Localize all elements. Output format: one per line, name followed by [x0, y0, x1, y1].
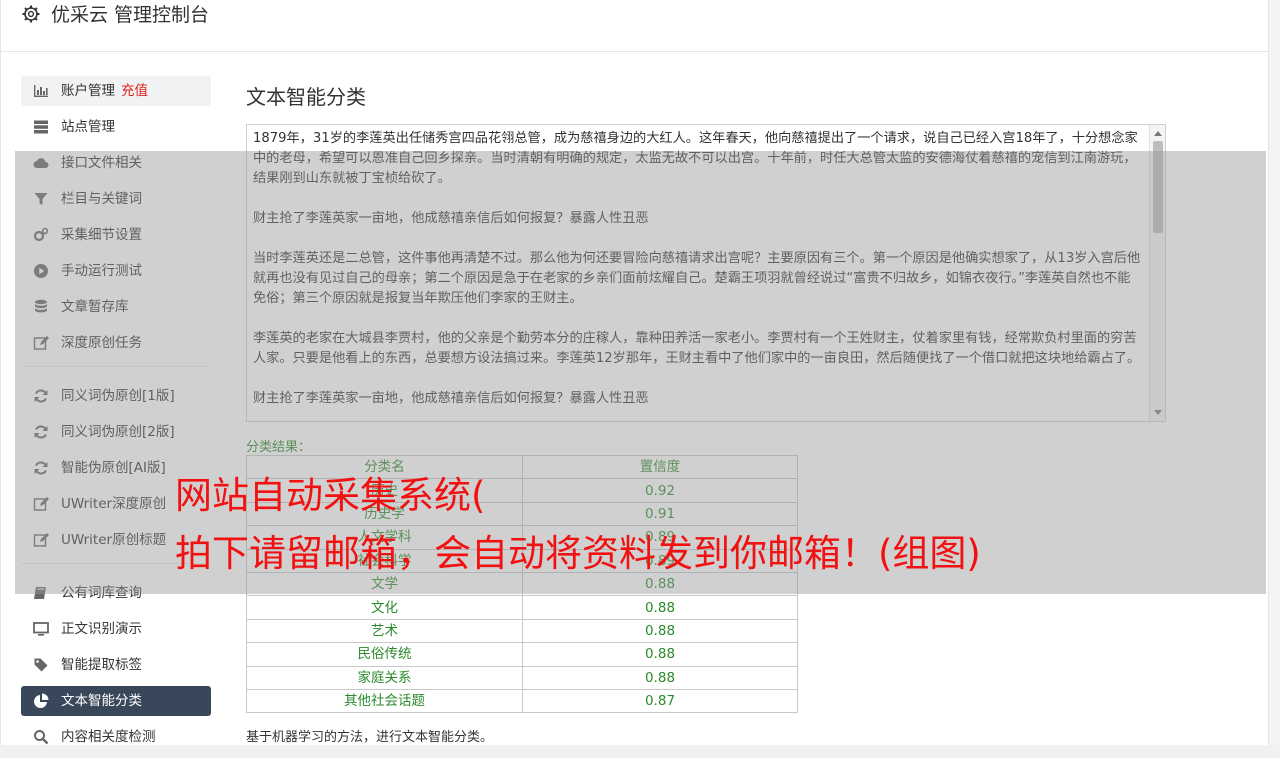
gear-icon — [22, 5, 40, 23]
scroll-up-icon[interactable] — [1154, 131, 1162, 136]
category-cell: 民俗传统 — [246, 642, 523, 667]
table-row: 民俗传统 0.88 — [246, 642, 798, 667]
confidence-cell: 0.88 — [522, 618, 798, 644]
watermark-overlay — [15, 151, 1266, 594]
top-bar: 优采云 管理控制台 — [1, 0, 1269, 52]
table-row: 其他社会话题 0.87 — [246, 688, 798, 714]
table-row: 文化 0.88 — [246, 595, 798, 620]
category-cell: 艺术 — [246, 618, 523, 644]
sidebar-item-relevance-check[interactable]: 内容相关度检测 — [21, 722, 211, 752]
main-content: 文本智能分类 1879年，31岁的李莲英出任储秀宫四品花翎总管，成为慈禧身边的大… — [246, 84, 1166, 745]
monitor-icon — [33, 622, 49, 636]
confidence-cell: 0.87 — [522, 688, 798, 714]
sidebar-item-tag-extraction[interactable]: 智能提取标签 — [21, 650, 211, 680]
confidence-cell: 0.88 — [522, 642, 798, 667]
app-title: 优采云 管理控制台 — [51, 4, 210, 26]
sidebar-item-text-classification[interactable]: 文本智能分类 — [21, 686, 211, 716]
table-row: 艺术 0.88 — [246, 618, 798, 644]
method-footnote: 基于机器学习的方法，进行文本智能分类。 — [246, 730, 494, 745]
confidence-cell: 0.88 — [522, 595, 798, 620]
sidebar-item-label: 内容相关度检测 — [61, 729, 156, 745]
tag-icon — [34, 658, 48, 672]
sidebar-item-text-recognition[interactable]: 正文识别演示 — [21, 614, 211, 644]
table-row: 家庭关系 0.88 — [246, 665, 798, 690]
category-cell: 文化 — [246, 595, 523, 620]
sidebar-item-sites[interactable]: 站点管理 — [21, 112, 211, 142]
server-icon — [34, 120, 48, 134]
page-scrollbar[interactable] — [1268, 0, 1280, 745]
overlay-text-line-2: 拍下请留邮箱，会自动将资料发到你邮箱！(组图) — [175, 532, 981, 575]
recharge-link[interactable]: 充值 — [121, 83, 148, 99]
sidebar-item-account[interactable]: 账户管理 充值 — [21, 76, 211, 106]
category-cell: 其他社会话题 — [246, 688, 523, 714]
page-title: 文本智能分类 — [246, 85, 366, 109]
pie-chart-icon — [34, 693, 49, 708]
sidebar-item-label: 账户管理 — [61, 83, 115, 99]
sidebar-item-label: 智能提取标签 — [61, 657, 142, 673]
overlay-text-line-1: 网站自动采集系统( — [175, 474, 486, 517]
confidence-cell: 0.88 — [522, 665, 798, 690]
search-icon — [34, 730, 49, 745]
sidebar-item-label: 站点管理 — [61, 119, 115, 135]
bar-chart-icon — [34, 85, 48, 97]
sidebar-item-label: 正文识别演示 — [61, 621, 142, 637]
sidebar-item-label: 文本智能分类 — [61, 693, 142, 709]
category-cell: 家庭关系 — [246, 665, 523, 690]
